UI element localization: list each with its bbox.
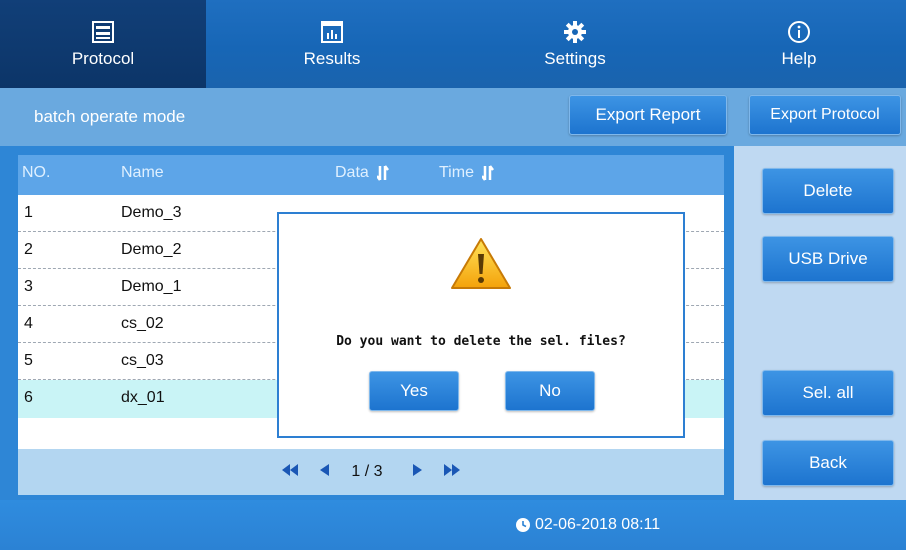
last-page-icon[interactable]: [443, 463, 460, 481]
column-name: Name: [121, 164, 164, 181]
row-number: 3: [24, 278, 33, 295]
gear-icon: [562, 19, 588, 45]
tab-label: Protocol: [71, 49, 135, 68]
prev-page-icon[interactable]: [320, 463, 330, 481]
status-bar: [0, 500, 906, 550]
tab-label: Help: [781, 49, 817, 68]
dialog-message: Do you want to delete the sel. files?: [336, 334, 626, 349]
row-name: Demo_2: [121, 241, 182, 258]
clock-icon: [516, 518, 530, 532]
page-indicator: 1 / 3: [351, 463, 383, 480]
row-number: 2: [24, 241, 33, 258]
select-all-button[interactable]: Sel. all: [762, 370, 894, 416]
export-protocol-button[interactable]: Export Protocol: [749, 95, 901, 135]
tab-protocol[interactable]: Protocol: [0, 0, 206, 88]
column-no: NO.: [22, 164, 51, 181]
monitor-icon: [90, 19, 116, 45]
info-icon: [786, 19, 812, 45]
first-page-icon[interactable]: [282, 463, 299, 481]
delete-button[interactable]: Delete: [762, 168, 894, 214]
tab-help[interactable]: Help: [692, 0, 906, 88]
back-button[interactable]: Back: [762, 440, 894, 486]
warning-icon: [451, 238, 511, 289]
row-name: Demo_3: [121, 204, 182, 221]
table-header: NO. Name Data Time: [18, 155, 724, 195]
next-page-icon[interactable]: [412, 463, 422, 481]
row-name: cs_03: [121, 352, 164, 369]
column-data[interactable]: Data: [335, 164, 391, 182]
sort-icon: [376, 165, 390, 181]
export-report-button[interactable]: Export Report: [569, 95, 727, 135]
top-navigation: Protocol Results Settings Help: [0, 0, 906, 88]
row-number: 5: [24, 352, 33, 369]
row-number: 1: [24, 204, 33, 221]
tab-label: Results: [303, 49, 361, 68]
column-time[interactable]: Time: [439, 164, 496, 182]
pagination: 1 / 3: [18, 449, 724, 495]
tab-results[interactable]: Results: [206, 0, 458, 88]
sort-icon: [481, 165, 495, 181]
delete-confirm-dialog: Do you want to delete the sel. files? Ye…: [277, 212, 685, 438]
yes-button[interactable]: Yes: [369, 371, 459, 411]
usb-drive-button[interactable]: USB Drive: [762, 236, 894, 282]
datetime-display: 02-06-2018 08:11: [516, 516, 660, 534]
datetime-text: 02-06-2018 08:11: [535, 516, 661, 533]
row-name: Demo_1: [121, 278, 182, 295]
row-name: cs_02: [121, 315, 164, 332]
tab-label: Settings: [544, 49, 606, 68]
row-number: 6: [24, 389, 33, 406]
chart-icon: [319, 19, 345, 45]
row-name: dx_01: [121, 389, 165, 406]
row-number: 4: [24, 315, 33, 332]
tab-settings[interactable]: Settings: [458, 0, 692, 88]
mode-label: batch operate mode: [34, 107, 186, 126]
no-button[interactable]: No: [505, 371, 595, 411]
